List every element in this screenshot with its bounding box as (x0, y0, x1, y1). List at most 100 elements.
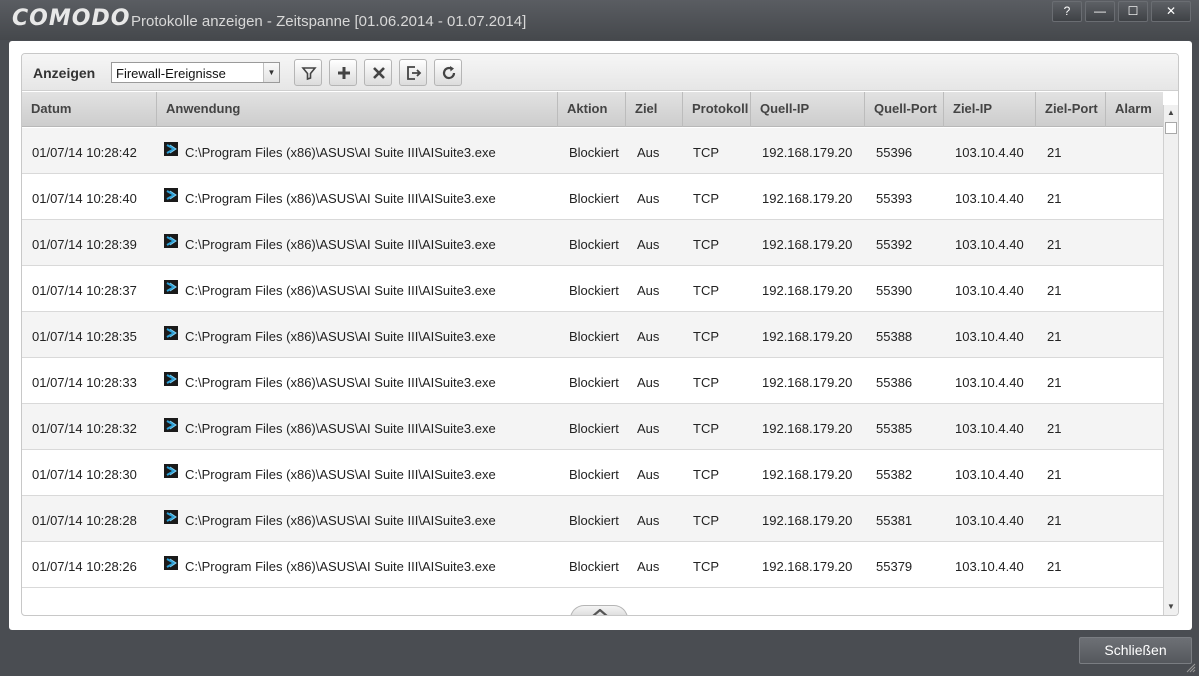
cell-aktion: Blockiert (569, 375, 619, 390)
cell-datum: 01/07/14 10:28:39 (32, 237, 137, 252)
app-icon (164, 464, 178, 478)
cell-aktion: Blockiert (569, 283, 619, 298)
filter-button[interactable] (294, 59, 322, 86)
chevron-up-icon (592, 609, 608, 615)
cell-ziel-ip: 103.10.4.40 (955, 467, 1024, 482)
cell-aktion: Blockiert (569, 145, 619, 160)
column-header-quell-port[interactable]: Quell-Port (865, 92, 944, 127)
refresh-icon (442, 66, 456, 80)
cell-ziel: Aus (637, 375, 660, 390)
comodo-logo: COMODO (12, 6, 131, 31)
cell-datum: 01/07/14 10:28:26 (32, 559, 137, 574)
cell-quell-port: 55393 (876, 191, 913, 206)
cell-ziel-port: 21 (1047, 329, 1062, 344)
table-row[interactable]: 01/07/14 10:28:42 C:\Program Files (x86)\… (22, 128, 1163, 174)
cell-anwendung: C:\Program Files (x86)\ASUS\AI Suite III… (185, 467, 496, 482)
cell-protokoll: TCP (693, 513, 719, 528)
cell-ziel: Aus (637, 329, 660, 344)
chevron-down-icon[interactable]: ▼ (263, 63, 279, 82)
column-header-ziel-port[interactable]: Ziel-Port (1036, 92, 1106, 127)
cell-quell-ip: 192.168.179.20 (762, 375, 853, 390)
table-row[interactable]: 01/07/14 10:28:40 C:\Program Files (x86)\… (22, 174, 1163, 220)
column-header-aktion[interactable]: Aktion (558, 92, 626, 127)
cell-protokoll: TCP (693, 375, 719, 390)
cell-datum: 01/07/14 10:28:42 (32, 145, 137, 160)
cell-ziel-ip: 103.10.4.40 (955, 375, 1024, 390)
cell-quell-port: 55381 (876, 513, 913, 528)
cell-ziel-ip: 103.10.4.40 (955, 145, 1024, 160)
cell-ziel-ip: 103.10.4.40 (955, 237, 1024, 252)
table-row[interactable]: 01/07/14 10:28:32 C:\Program Files (x86)\… (22, 404, 1163, 450)
cell-ziel: Aus (637, 467, 660, 482)
cell-datum: 01/07/14 10:28:35 (32, 329, 137, 344)
table-row[interactable]: 01/07/14 10:28:33 C:\Program Files (x86)\… (22, 358, 1163, 404)
help-button[interactable]: ? (1052, 1, 1082, 22)
table-row[interactable]: 01/07/14 10:28:35 C:\Program Files (x86)\… (22, 312, 1163, 358)
export-button[interactable] (399, 59, 427, 86)
column-header-quell-ip[interactable]: Quell-IP (751, 92, 865, 127)
cell-datum: 01/07/14 10:28:32 (32, 421, 137, 436)
cell-ziel-port: 21 (1047, 559, 1062, 574)
collapse-panel-tab[interactable] (570, 605, 628, 615)
column-header-datum[interactable]: Datum (22, 92, 157, 127)
cell-aktion: Blockiert (569, 329, 619, 344)
scroll-up-icon[interactable]: ▲ (1164, 105, 1178, 121)
cell-protokoll: TCP (693, 145, 719, 160)
table-row[interactable]: 01/07/14 10:28:28 C:\Program Files (x86)\… (22, 496, 1163, 542)
cell-anwendung: C:\Program Files (x86)\ASUS\AI Suite III… (185, 145, 496, 160)
cell-quell-port: 55382 (876, 467, 913, 482)
export-icon (407, 66, 422, 80)
add-button[interactable] (329, 59, 357, 86)
table-row[interactable]: 01/07/14 10:28:37 C:\Program Files (x86)\… (22, 266, 1163, 312)
cell-protokoll: TCP (693, 559, 719, 574)
app-icon (164, 142, 178, 156)
column-header-anwendung[interactable]: Anwendung (157, 92, 558, 127)
cell-anwendung: C:\Program Files (x86)\ASUS\AI Suite III… (185, 375, 496, 390)
view-select[interactable]: Firewall-Ereignisse ▼ (111, 62, 280, 83)
scroll-thumb[interactable] (1165, 122, 1177, 134)
app-icon (164, 234, 178, 248)
refresh-button[interactable] (434, 59, 462, 86)
resize-grip-icon[interactable] (1186, 663, 1196, 673)
column-header-ziel-ip[interactable]: Ziel-IP (944, 92, 1036, 127)
cell-quell-ip: 192.168.179.20 (762, 237, 853, 252)
cell-protokoll: TCP (693, 283, 719, 298)
cell-ziel: Aus (637, 421, 660, 436)
window-controls: ? — ☐ ✕ (1049, 1, 1191, 22)
cell-quell-ip: 192.168.179.20 (762, 283, 853, 298)
cell-ziel-port: 21 (1047, 421, 1062, 436)
cell-quell-port: 55396 (876, 145, 913, 160)
cell-ziel-port: 21 (1047, 467, 1062, 482)
cell-quell-ip: 192.168.179.20 (762, 329, 853, 344)
delete-button[interactable] (364, 59, 392, 86)
cell-ziel-port: 21 (1047, 237, 1062, 252)
cell-protokoll: TCP (693, 421, 719, 436)
scroll-down-icon[interactable]: ▼ (1164, 599, 1178, 615)
cell-ziel-port: 21 (1047, 191, 1062, 206)
column-header-ziel[interactable]: Ziel (626, 92, 683, 127)
cell-quell-ip: 192.168.179.20 (762, 145, 853, 160)
vertical-scrollbar[interactable]: ▲ ▼ (1163, 105, 1178, 615)
column-header-alarm[interactable]: Alarm (1106, 92, 1163, 127)
log-view: Anzeigen Firewall-Ereignisse ▼ Datum Anw… (21, 53, 1179, 616)
view-select-value: Firewall-Ereignisse (116, 66, 226, 81)
close-button[interactable]: Schließen (1079, 637, 1192, 664)
cell-ziel: Aus (637, 145, 660, 160)
minimize-button[interactable]: — (1085, 1, 1115, 22)
cell-ziel: Aus (637, 559, 660, 574)
table-row[interactable]: 01/07/14 10:28:39 C:\Program Files (x86)\… (22, 220, 1163, 266)
view-label: Anzeigen (33, 65, 96, 81)
column-header-protokoll[interactable]: Protokoll (683, 92, 751, 127)
cell-ziel-port: 21 (1047, 283, 1062, 298)
table-row[interactable]: 01/07/14 10:28:30 C:\Program Files (x86)\… (22, 450, 1163, 496)
cell-anwendung: C:\Program Files (x86)\ASUS\AI Suite III… (185, 559, 496, 574)
cell-protokoll: TCP (693, 467, 719, 482)
close-window-button[interactable]: ✕ (1151, 1, 1191, 22)
table-row[interactable]: 01/07/14 10:28:26 C:\Program Files (x86)\… (22, 542, 1163, 588)
cell-quell-ip: 192.168.179.20 (762, 467, 853, 482)
maximize-button[interactable]: ☐ (1118, 1, 1148, 22)
add-icon (338, 67, 350, 79)
window-title: Protokolle anzeigen - Zeitspanne [01.06.… (131, 13, 527, 30)
title-bar: COMODO Protokolle anzeigen - Zeitspanne … (0, 0, 1199, 40)
cell-protokoll: TCP (693, 237, 719, 252)
